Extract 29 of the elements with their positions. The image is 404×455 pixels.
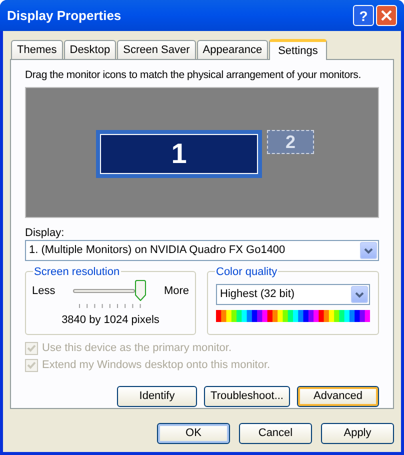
slider-min-label: Less — [32, 284, 56, 299]
tab[interactable]: Themes — [11, 40, 63, 59]
group-title: Color quality — [215, 264, 278, 280]
window-title: Display Properties — [7, 6, 122, 25]
instruction-text: Drag the monitor icons to match the physical arrangement of your monitors. — [25, 68, 361, 82]
tab[interactable]: Screen Saver — [117, 40, 196, 59]
dropdown-value: Highest (32 bit) — [220, 287, 296, 302]
resolution-reading: 3840 by 1024 pixels — [60, 313, 160, 328]
checkbox-label: Use this device as the primary monitor. — [42, 341, 232, 356]
dialog-button[interactable]: Cancel — [239, 423, 312, 444]
dialog-button[interactable]: OK — [157, 423, 230, 444]
help-button[interactable]: ? — [353, 5, 374, 26]
panel-button[interactable]: Advanced — [297, 386, 379, 407]
panel-button[interactable]: Identify — [117, 386, 197, 407]
dialog-button[interactable]: Apply — [321, 423, 394, 444]
close-button[interactable] — [376, 5, 397, 26]
display-label: Display: — [25, 226, 66, 240]
slider-thumb[interactable] — [135, 280, 146, 301]
tab[interactable]: Settings — [269, 39, 327, 60]
panel-button[interactable]: Troubleshoot... — [204, 386, 290, 407]
tab[interactable]: Appearance — [196, 40, 268, 59]
tab[interactable]: Desktop — [64, 40, 116, 59]
dropdown-value: 1. (Multiple Monitors) on NVIDIA Quadro FX Go1400 — [29, 243, 286, 258]
color-quality-dropdown[interactable]: Highest (32 bit) — [216, 284, 370, 305]
close-icon — [381, 10, 392, 21]
slider-max-label: More — [164, 284, 189, 299]
checkbox-label: Extend my Windows desktop onto this monitor. — [42, 358, 270, 374]
display-dropdown[interactable]: 1. (Multiple Monitors) on NVIDIA Quadro FX Go1400 — [25, 240, 379, 261]
monitor-icon[interactable]: 1 — [96, 130, 262, 178]
